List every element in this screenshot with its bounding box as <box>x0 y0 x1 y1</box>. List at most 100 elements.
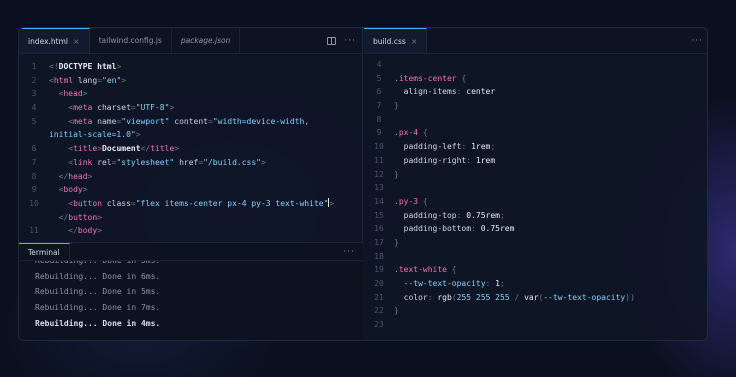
code-text: padding-top: 0.75rem; <box>394 209 505 223</box>
code-line[interactable]: 9 <body> <box>19 183 362 197</box>
close-icon[interactable]: × <box>73 37 80 46</box>
code-token: { <box>418 196 428 206</box>
code-token: class <box>102 198 131 208</box>
tab-index-html[interactable]: index.html × <box>19 28 90 53</box>
code-line[interactable]: 17} <box>364 236 707 250</box>
code-line[interactable]: 3 <head> <box>19 87 362 101</box>
more-icon[interactable]: ··· <box>343 247 355 257</box>
code-line[interactable]: 5 <meta name="viewport" content="width=d… <box>19 115 362 129</box>
code-token: </ <box>49 212 69 222</box>
code-token: meta <box>73 116 93 126</box>
line-number: 15 <box>374 210 384 220</box>
split-editor-icon[interactable] <box>327 37 337 45</box>
code-token: < <box>49 198 74 208</box>
code-line[interactable]: 10 padding-left: 1rem; <box>364 140 707 154</box>
code-line[interactable]: initial-scale=1.0"> <box>19 128 362 142</box>
code-line[interactable]: 6 align-items: center <box>364 85 707 99</box>
tab-terminal[interactable]: Terminal <box>19 243 70 260</box>
code-token: : <box>427 292 438 302</box>
line-number: 7 <box>376 101 382 111</box>
html-code-editor[interactable]: 1 <!DOCTYPE html> 2 <html lang="en"> 3 <head… <box>19 60 362 238</box>
line-number: 19 <box>374 265 384 275</box>
code-token: "/build.css" <box>203 157 261 167</box>
code-token: <! <box>49 62 59 71</box>
code-token: "UTF-8" <box>135 103 170 113</box>
code-token: </ <box>140 144 151 154</box>
code-token: color <box>394 292 428 302</box>
line-number: 13 <box>374 183 384 193</box>
code-line[interactable]: 15 padding-top: 0.75rem; <box>364 209 707 223</box>
code-token: rgb <box>437 292 452 302</box>
code-line[interactable]: 9 .px-4 { <box>364 126 707 140</box>
code-line[interactable]: 13 <box>364 181 707 195</box>
code-token: "stylesheet" <box>116 157 175 167</box>
code-line[interactable]: </button> <box>19 211 362 225</box>
line-number: 9 <box>376 128 382 138</box>
code-line[interactable]: 2 <html lang="en"> <box>19 74 362 88</box>
line-number: 8 <box>376 114 382 124</box>
code-token: padding-left <box>394 142 462 152</box>
code-text: padding-right: 1rem <box>394 154 496 168</box>
code-line[interactable]: 8 <box>364 113 707 127</box>
code-token: link <box>73 157 93 167</box>
code-token: html <box>53 75 74 85</box>
code-text: <body> <box>49 183 88 197</box>
tab-tailwind-config[interactable]: tailwind.config.js <box>90 28 172 53</box>
code-line[interactable]: 18 <box>364 250 707 264</box>
tab-build-css[interactable]: build.css × <box>364 28 428 53</box>
terminal-output-viewport[interactable]: Rebuilding... Done in 5ms. Rebuilding... … <box>19 261 363 340</box>
code-text: } <box>394 168 399 182</box>
code-token: "width=device-width, <box>212 116 310 126</box>
code-text: <meta charset="UTF-8"> <box>49 101 174 115</box>
line-number: 14 <box>374 196 384 206</box>
code-token: href <box>174 157 199 167</box>
more-icon[interactable]: ··· <box>691 36 703 46</box>
code-token: content <box>169 116 208 126</box>
code-text: initial-scale=1.0"> <box>49 128 141 142</box>
terminal-panel: Terminal ··· Rebuilding... Done in 5ms.R… <box>19 242 363 340</box>
code-token: )) <box>625 292 635 302</box>
code-token: > <box>87 171 93 181</box>
code-line[interactable]: 4 <meta charset="UTF-8"> <box>19 101 362 115</box>
code-line[interactable]: 4 <box>364 58 707 72</box>
code-line[interactable]: 7 <link rel="stylesheet" href="/build.cs… <box>19 156 362 170</box>
code-token: padding-right <box>394 155 467 165</box>
left-editor-pane: index.html × tailwind.config.js package.… <box>19 28 363 340</box>
code-text: <title>Document</title> <box>49 142 179 156</box>
code-text: .items-center { <box>394 72 466 86</box>
terminal-line: Rebuilding... Done in 5ms. <box>35 261 160 269</box>
code-line[interactable]: 14 .py-3 { <box>364 195 707 209</box>
code-text: padding-left: 1rem; <box>394 140 496 154</box>
code-token: .text-white <box>394 265 447 275</box>
code-text: .py-3 { <box>394 195 428 209</box>
code-line[interactable]: 11 padding-right: 1rem <box>364 154 707 168</box>
line-number: 4 <box>31 103 37 113</box>
line-number: 8 <box>31 171 37 181</box>
code-line[interactable]: 11 </body> <box>19 224 362 238</box>
code-token: padding-bottom <box>394 224 472 234</box>
code-line[interactable]: 7} <box>364 99 707 113</box>
code-line[interactable]: 12} <box>364 168 707 182</box>
code-line[interactable]: 20 --tw-text-opacity: 1; <box>364 277 707 291</box>
css-code-editor[interactable]: 4 5 .items-center {6 align-items: center 7}… <box>364 58 707 332</box>
code-line[interactable]: 8 </head> <box>19 170 362 184</box>
code-line[interactable]: 16 padding-bottom: 0.75rem <box>364 222 707 236</box>
line-number <box>19 128 49 142</box>
code-line[interactable]: 22} <box>364 304 707 318</box>
code-line[interactable]: 10 <button class="flex items-center px-4… <box>19 197 362 211</box>
code-line[interactable]: 6 <title>Document</title> <box>19 142 362 156</box>
code-text: <!DOCTYPE html> <box>49 60 121 74</box>
code-token: > <box>82 89 88 99</box>
more-icon[interactable]: ··· <box>344 36 356 46</box>
tab-package-json[interactable]: package.json <box>172 28 241 53</box>
close-icon[interactable]: × <box>411 37 418 46</box>
line-number <box>19 211 49 225</box>
code-line[interactable]: 5 .items-center { <box>364 72 707 86</box>
code-line[interactable]: 19 .text-white { <box>364 263 707 277</box>
code-token: / <box>509 292 525 302</box>
code-line[interactable]: 1 <!DOCTYPE html> <box>19 60 362 74</box>
code-line[interactable]: 23 <box>364 318 707 332</box>
code-line[interactable]: 21 color: rgb(255 255 255 / var(--tw-tex… <box>364 291 707 305</box>
code-token: 1rem <box>475 155 496 165</box>
code-token: title <box>150 144 175 154</box>
